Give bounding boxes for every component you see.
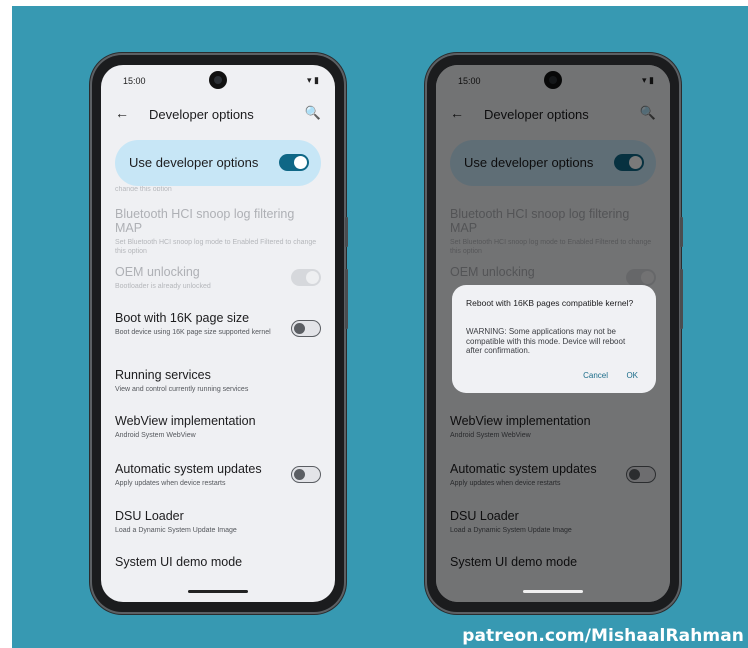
setting-summary: Bootloader is already unlocked <box>115 283 211 290</box>
setting-summary: Load a Dynamic System Update Image <box>115 527 237 534</box>
gesture-nav-bar[interactable] <box>188 590 248 593</box>
setting-summary: Android System WebView <box>115 432 196 439</box>
setting-summary: Apply updates when device restarts <box>115 480 226 487</box>
setting-running-services[interactable]: Running services View and control curren… <box>115 368 321 394</box>
setting-title: Boot with 16K page size <box>115 311 250 325</box>
camera-cutout <box>209 71 227 89</box>
screen-left: 15:00 ▾ ▮ ← Developer options 🔍 Use deve… <box>101 65 335 602</box>
setting-title: DSU Loader <box>115 509 184 523</box>
setting-title: Running services <box>115 368 211 382</box>
screen-right: 15:00 ▾ ▮ ← Developer options 🔍 Use deve… <box>436 65 670 602</box>
phone-right: 15:00 ▾ ▮ ← Developer options 🔍 Use deve… <box>427 55 683 612</box>
back-arrow-icon[interactable]: ← <box>115 105 129 121</box>
setting-bt-hci-filter-map[interactable]: Bluetooth HCI snoop log filtering MAP Se… <box>115 207 321 256</box>
use-developer-options-label: Use developer options <box>129 155 259 170</box>
setting-dsu-loader[interactable]: DSU Loader Load a Dynamic System Update … <box>115 509 321 535</box>
page-title: Developer options <box>149 107 254 122</box>
setting-webview[interactable]: WebView implementation Android System We… <box>115 414 321 440</box>
dialog-message: WARNING: Some applications may not be co… <box>466 327 626 355</box>
status-time: 15:00 <box>123 76 146 86</box>
dialog-title: Reboot with 16KB pages compatible kernel… <box>466 298 634 308</box>
oem-unlocking-toggle[interactable] <box>291 269 321 286</box>
clipped-summary: change this option <box>115 186 172 191</box>
phone-left: 15:00 ▾ ▮ ← Developer options 🔍 Use deve… <box>92 55 348 612</box>
setting-summary: View and control currently running servi… <box>115 386 249 393</box>
gesture-nav-bar[interactable] <box>523 590 583 593</box>
app-bar: ← Developer options 🔍 <box>115 103 321 127</box>
wifi-battery-icon: ▾ ▮ <box>307 75 319 85</box>
background-canvas: 15:00 ▾ ▮ ← Developer options 🔍 Use deve… <box>12 6 748 648</box>
use-developer-options-row[interactable]: Use developer options <box>115 140 321 186</box>
power-button <box>345 217 348 247</box>
setting-title: Bluetooth HCI snoop log filtering MAP <box>115 207 295 235</box>
watermark-text: patreon.com/MishaalRahman <box>462 626 744 646</box>
ok-button[interactable]: OK <box>626 371 638 380</box>
volume-button <box>680 269 683 329</box>
boot-16k-toggle[interactable] <box>291 320 321 337</box>
setting-title: WebView implementation <box>115 414 256 428</box>
cancel-button[interactable]: Cancel <box>583 371 608 380</box>
reboot-dialog: Reboot with 16KB pages compatible kernel… <box>452 285 656 393</box>
developer-options-toggle[interactable] <box>279 154 309 171</box>
setting-title: System UI demo mode <box>115 555 243 569</box>
setting-summary: Set Bluetooth HCI snoop log mode to Enab… <box>115 239 317 255</box>
auto-updates-toggle[interactable] <box>291 466 321 483</box>
setting-system-ui-demo[interactable]: System UI demo mode <box>115 555 321 569</box>
volume-button <box>345 269 348 329</box>
power-button <box>680 217 683 247</box>
search-icon[interactable]: 🔍 <box>305 105 321 121</box>
setting-boot-16k[interactable]: Boot with 16K page size Boot device usin… <box>115 311 321 337</box>
